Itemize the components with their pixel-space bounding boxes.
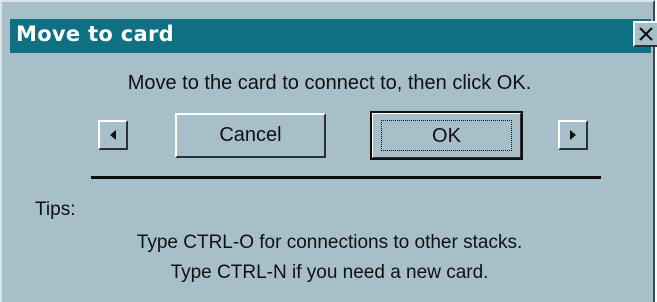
tip-line: Type CTRL-O for connections to other sta…	[136, 232, 523, 253]
move-to-card-dialog: Move to card Move to the card to connect…	[0, 0, 657, 302]
title-bar: Move to card	[10, 19, 657, 53]
instruction-text: Move to the card to connect to, then cli…	[127, 72, 532, 94]
divider-line	[91, 176, 601, 179]
previous-card-button[interactable]	[98, 120, 128, 150]
dialog-title: Move to card	[16, 22, 174, 46]
ok-button-label: OK	[381, 120, 512, 151]
close-button[interactable]	[633, 21, 657, 47]
close-icon	[639, 27, 653, 41]
tips-label: Tips:	[35, 199, 76, 220]
ok-button[interactable]: OK	[370, 111, 523, 160]
next-card-button[interactable]	[558, 120, 588, 150]
tip-line: Type CTRL-N if you need a new card.	[170, 262, 489, 283]
triangle-left-icon	[110, 130, 116, 140]
triangle-right-icon	[570, 130, 576, 140]
cancel-button[interactable]: Cancel	[175, 113, 326, 158]
